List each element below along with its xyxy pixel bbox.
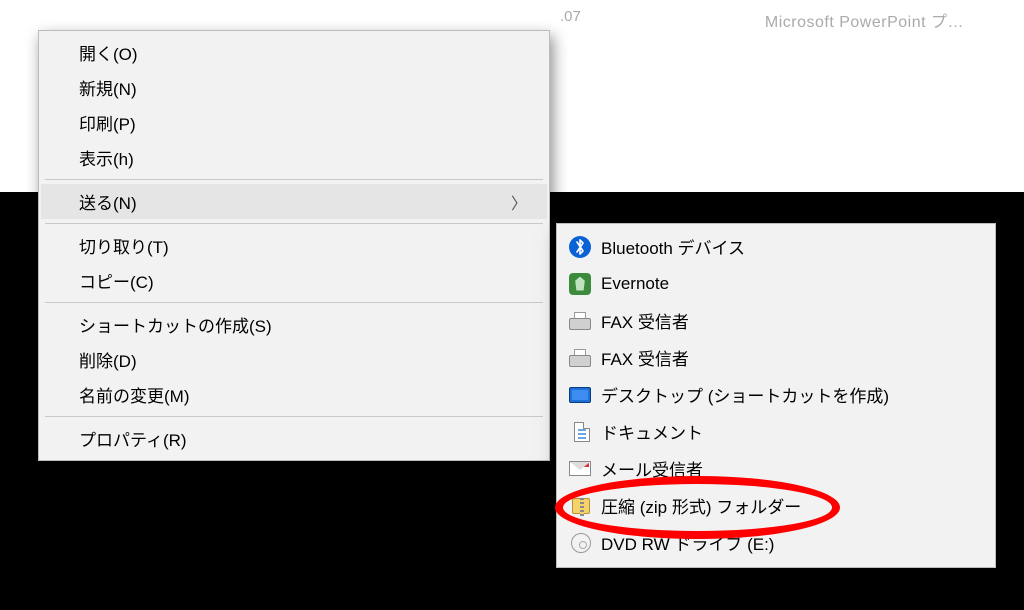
menu-item-label: 切り取り(T) xyxy=(79,233,529,258)
fax-icon xyxy=(569,310,591,332)
menu-item-label: 表示(h) xyxy=(79,145,529,170)
fax-icon xyxy=(569,347,591,369)
title-fragment: .07 xyxy=(560,8,581,25)
menu-item-copy[interactable]: コピー(C) xyxy=(41,263,547,298)
menu-item-label: ショートカットの作成(S) xyxy=(79,312,529,337)
submenu-item-evernote[interactable]: Evernote xyxy=(559,265,993,302)
menu-item-label: 名前の変更(M) xyxy=(79,382,529,407)
context-menu[interactable]: 開く(O) 新規(N) 印刷(P) 表示(h) 送る(N) 〉 切り取り(T) … xyxy=(38,30,550,461)
menu-item-label: 削除(D) xyxy=(79,347,529,372)
menu-item-cut[interactable]: 切り取り(T) xyxy=(41,228,547,263)
mail-icon xyxy=(569,458,591,480)
menu-separator xyxy=(45,416,543,417)
submenu-item-bluetooth[interactable]: Bluetooth デバイス xyxy=(559,228,993,265)
menu-item-print[interactable]: 印刷(P) xyxy=(41,105,547,140)
menu-item-label: 送る(N) xyxy=(79,189,511,214)
menu-item-rename[interactable]: 名前の変更(M) xyxy=(41,377,547,412)
zip-folder-icon xyxy=(569,495,591,517)
submenu-item-label: 圧縮 (zip 形式) フォルダー xyxy=(601,493,801,518)
submenu-item-label: デスクトップ (ショートカットを作成) xyxy=(601,382,889,407)
document-icon xyxy=(569,421,591,443)
submenu-item-mail-recipient[interactable]: メール受信者 xyxy=(559,450,993,487)
menu-item-view[interactable]: 表示(h) xyxy=(41,140,547,175)
bluetooth-icon xyxy=(569,236,591,258)
menu-item-open[interactable]: 開く(O) xyxy=(41,35,547,70)
submenu-item-label: FAX 受信者 xyxy=(601,308,689,333)
submenu-item-label: ドキュメント xyxy=(601,419,703,444)
submenu-item-desktop-shortcut[interactable]: デスクトップ (ショートカットを作成) xyxy=(559,376,993,413)
dvd-drive-icon xyxy=(569,532,591,554)
menu-item-create-shortcut[interactable]: ショートカットの作成(S) xyxy=(41,307,547,342)
menu-separator xyxy=(45,302,543,303)
menu-item-properties[interactable]: プロパティ(R) xyxy=(41,421,547,456)
menu-separator xyxy=(45,179,543,180)
submenu-item-label: DVD RW ドライブ (E:) xyxy=(601,530,774,555)
menu-item-label: コピー(C) xyxy=(79,268,529,293)
menu-item-label: 開く(O) xyxy=(79,40,529,65)
submenu-item-label: FAX 受信者 xyxy=(601,345,689,370)
submenu-item-documents[interactable]: ドキュメント xyxy=(559,413,993,450)
menu-separator xyxy=(45,223,543,224)
submenu-item-label: Bluetooth デバイス xyxy=(601,234,745,259)
desktop-icon xyxy=(569,384,591,406)
submenu-item-compressed-zip-folder[interactable]: 圧縮 (zip 形式) フォルダー xyxy=(559,487,993,524)
submenu-item-fax-2[interactable]: FAX 受信者 xyxy=(559,339,993,376)
app-title-fragment: Microsoft PowerPoint プ… xyxy=(765,8,964,32)
send-to-submenu[interactable]: Bluetooth デバイス Evernote FAX 受信者 FAX 受信者 … xyxy=(556,223,996,568)
evernote-icon xyxy=(569,273,591,295)
submenu-item-dvd-drive[interactable]: DVD RW ドライブ (E:) xyxy=(559,524,993,561)
menu-item-delete[interactable]: 削除(D) xyxy=(41,342,547,377)
menu-item-label: プロパティ(R) xyxy=(79,426,529,451)
menu-item-label: 印刷(P) xyxy=(79,110,529,135)
submenu-arrow-icon: 〉 xyxy=(511,190,527,214)
submenu-item-fax-1[interactable]: FAX 受信者 xyxy=(559,302,993,339)
submenu-item-label: Evernote xyxy=(601,274,669,294)
menu-item-new[interactable]: 新規(N) xyxy=(41,70,547,105)
menu-item-send-to[interactable]: 送る(N) 〉 xyxy=(41,184,547,219)
menu-item-label: 新規(N) xyxy=(79,75,529,100)
submenu-item-label: メール受信者 xyxy=(601,456,703,481)
